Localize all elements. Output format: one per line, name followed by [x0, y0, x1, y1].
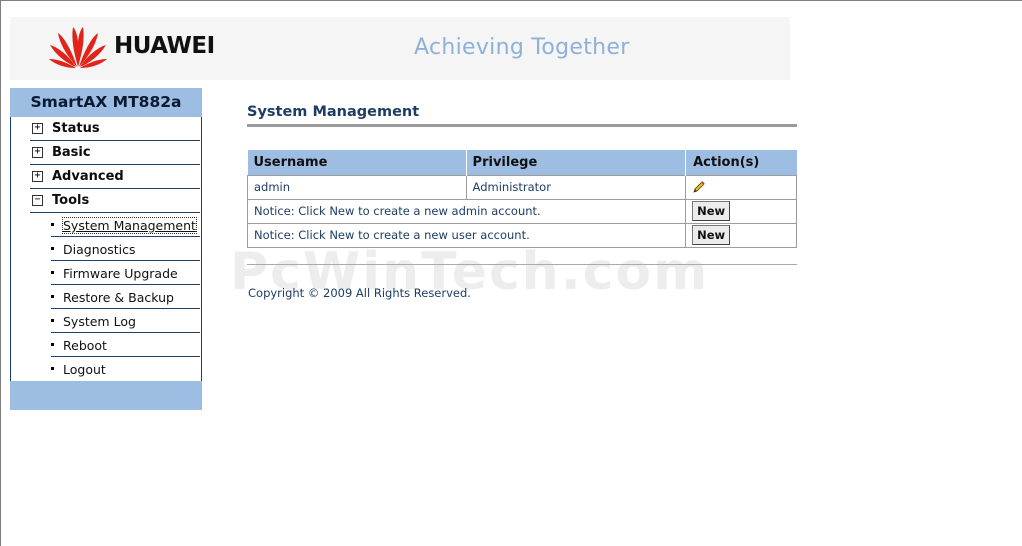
sidebar-item-label[interactable]: System Management	[62, 217, 197, 234]
sidebar-item-logout[interactable]: Logout	[51, 357, 200, 381]
username-cell: admin	[247, 174, 467, 200]
expand-icon[interactable]: +	[32, 171, 43, 182]
new-user-button[interactable]: New	[692, 225, 731, 245]
accounts-table: Username Privilege Action(s) admin Admin…	[246, 150, 797, 248]
brand-tagline: Achieving Together	[414, 35, 630, 60]
bullet-icon	[51, 367, 54, 370]
table-row: admin Administrator	[247, 174, 797, 200]
sidebar-item-diagnostics[interactable]: Diagnostics	[51, 237, 200, 261]
notice-user-text: Notice: Click New to create a new user a…	[246, 222, 687, 248]
bullet-icon	[51, 319, 54, 322]
sidebar-footer	[10, 381, 202, 410]
sidebar-item-advanced[interactable]: + Advanced	[30, 165, 200, 189]
sidebar-item-restore-backup[interactable]: Restore & Backup	[51, 285, 200, 309]
page-title: System Management	[247, 104, 420, 120]
expand-icon[interactable]: +	[32, 147, 43, 158]
sidebar-item-label[interactable]: Reboot	[63, 338, 107, 353]
sidebar-item-label[interactable]: Restore & Backup	[63, 290, 174, 305]
sidebar-item-reboot[interactable]: Reboot	[51, 333, 200, 357]
collapse-icon[interactable]: −	[32, 195, 43, 206]
sidebar-item-label[interactable]: Basic	[52, 145, 91, 160]
edit-pencil-icon[interactable]	[692, 180, 706, 194]
brand-name: HUAWEI	[114, 33, 215, 59]
sidebar-item-system-management[interactable]: System Management	[51, 213, 200, 237]
bullet-icon	[51, 247, 54, 250]
sidebar-item-tools[interactable]: − Tools	[30, 189, 200, 213]
sidebar-menu: + Status + Basic + Advanced − Tools Syst…	[10, 117, 202, 381]
sidebar-item-firmware-upgrade[interactable]: Firmware Upgrade	[51, 261, 200, 285]
bullet-icon	[51, 271, 54, 274]
sidebar-item-label[interactable]: Status	[52, 121, 100, 136]
title-divider	[247, 124, 797, 127]
table-header-row: Username Privilege Action(s)	[247, 150, 797, 175]
action-cell	[685, 174, 797, 200]
device-model-title: SmartAX MT882a	[10, 88, 202, 117]
expand-icon[interactable]: +	[32, 123, 43, 134]
sidebar-item-label[interactable]: System Log	[63, 314, 136, 329]
table-row: Notice: Click New to create a new admin …	[246, 198, 797, 224]
table-row: Notice: Click New to create a new user a…	[246, 222, 797, 248]
sidebar-item-status[interactable]: + Status	[30, 117, 200, 141]
column-header-actions: Action(s)	[685, 150, 797, 175]
action-cell: New	[685, 222, 797, 248]
bullet-icon	[51, 223, 54, 226]
bullet-icon	[51, 343, 54, 346]
copyright-text: Copyright © 2009 All Rights Reserved.	[248, 286, 471, 300]
new-admin-button[interactable]: New	[692, 201, 731, 221]
sidebar-item-label[interactable]: Advanced	[52, 169, 124, 184]
huawei-logo-icon	[49, 27, 107, 68]
privilege-cell: Administrator	[465, 174, 687, 200]
sidebar-item-label[interactable]: Logout	[63, 362, 106, 377]
sidebar-item-label[interactable]: Tools	[52, 193, 89, 208]
sidebar-item-label[interactable]: Firmware Upgrade	[63, 266, 178, 281]
header-banner: HUAWEI Achieving Together	[10, 17, 790, 80]
notice-admin-text: Notice: Click New to create a new admin …	[246, 198, 687, 224]
sidebar-item-system-log[interactable]: System Log	[51, 309, 200, 333]
column-header-privilege: Privilege	[466, 150, 687, 175]
bullet-icon	[51, 295, 54, 298]
footer-divider	[247, 264, 797, 265]
action-cell: New	[685, 198, 797, 224]
sidebar-item-basic[interactable]: + Basic	[30, 141, 200, 165]
column-header-username: Username	[247, 150, 467, 175]
sidebar-item-label[interactable]: Diagnostics	[63, 242, 136, 257]
